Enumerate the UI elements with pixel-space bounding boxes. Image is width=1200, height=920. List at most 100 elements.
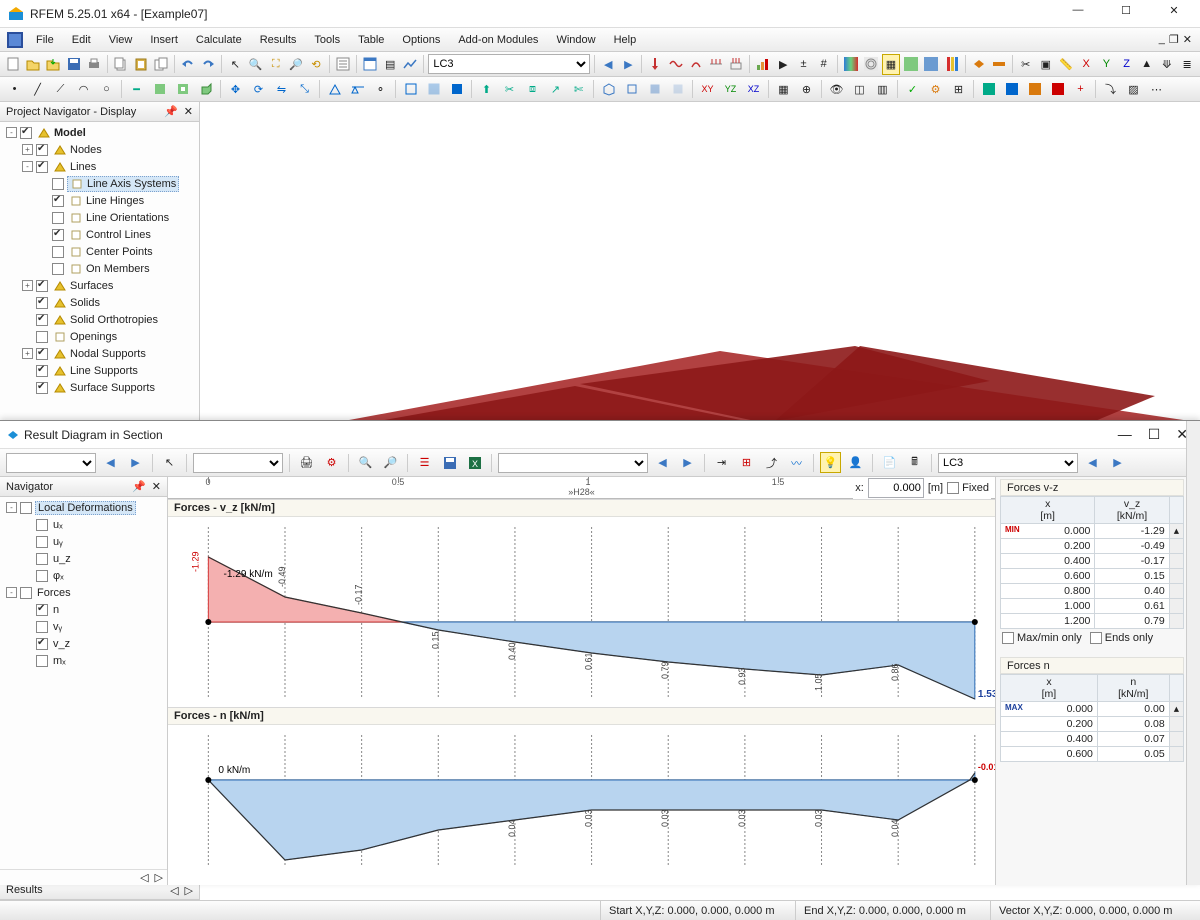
tree-item[interactable]: +Nodal Supports bbox=[2, 345, 197, 362]
result-scale-icon[interactable]: ± bbox=[794, 54, 812, 75]
dlg-pin-icon[interactable]: 📌 bbox=[132, 480, 146, 493]
solid-icon[interactable] bbox=[195, 79, 216, 100]
dotted-icon[interactable]: ⋯ bbox=[1146, 79, 1167, 100]
tree-item[interactable]: Openings bbox=[2, 328, 197, 345]
dlg-tree-item[interactable]: -Forces bbox=[2, 584, 165, 601]
color-box-r-icon[interactable] bbox=[1047, 79, 1068, 100]
menu-insert[interactable]: Insert bbox=[142, 32, 186, 48]
color-box-o-icon[interactable] bbox=[1024, 79, 1045, 100]
color-scale-icon[interactable] bbox=[942, 54, 960, 75]
add-red-icon[interactable]: + bbox=[1070, 79, 1091, 100]
section-selector-1[interactable] bbox=[6, 453, 96, 473]
line-icon[interactable]: ╱ bbox=[27, 79, 48, 100]
spring-icon[interactable]: ⟱ bbox=[1158, 54, 1176, 75]
point-load-icon[interactable] bbox=[646, 54, 664, 75]
tree-item[interactable]: Surface Supports bbox=[2, 379, 197, 396]
print-icon[interactable] bbox=[85, 54, 103, 75]
folder-in-icon[interactable] bbox=[44, 54, 62, 75]
move-icon[interactable]: ✥ bbox=[225, 79, 246, 100]
tool-b-icon[interactable]: ⊞ bbox=[736, 452, 757, 473]
hinge-icon[interactable]: ⚬ bbox=[370, 79, 391, 100]
display-options-icon[interactable]: ▤ bbox=[381, 54, 399, 75]
filter-members-icon[interactable] bbox=[990, 54, 1008, 75]
print-diagram-icon[interactable]: 🖨 bbox=[296, 452, 317, 473]
dlg-nav-tree[interactable]: -Local Deformationsuₓuᵧu_zφₓ-Forcesnvᵧv_… bbox=[0, 497, 167, 869]
scrollbar[interactable] bbox=[1186, 477, 1200, 885]
menu-edit[interactable]: Edit bbox=[64, 32, 99, 48]
dlg-minimize-button[interactable]: — bbox=[1118, 426, 1132, 443]
shaded-icon[interactable] bbox=[423, 79, 444, 100]
cube-top-icon[interactable] bbox=[621, 79, 642, 100]
rotate-icon[interactable]: ⟳ bbox=[248, 79, 269, 100]
mdi-minimize-icon[interactable]: _ bbox=[1159, 33, 1165, 46]
mesh-refine-icon[interactable]: ⊞ bbox=[948, 79, 969, 100]
zoom-out-icon[interactable]: 🔎 bbox=[380, 452, 401, 473]
loadcase-select-dlg[interactable]: LC3 bbox=[938, 453, 1078, 473]
prev-lc-icon[interactable]: ◀ bbox=[599, 54, 617, 75]
zoom-in-icon[interactable]: 🔍 bbox=[355, 452, 376, 473]
opening-icon[interactable] bbox=[172, 79, 193, 100]
surf-result-icon[interactable]: ▨ bbox=[1123, 79, 1144, 100]
fixed-checkbox[interactable]: Fixed bbox=[947, 482, 989, 494]
measure-icon[interactable]: 📏 bbox=[1057, 54, 1075, 75]
green-check-icon[interactable]: ✓ bbox=[902, 79, 923, 100]
excel-icon[interactable]: X bbox=[464, 452, 485, 473]
dtab-prev-icon[interactable]: ◁ bbox=[140, 871, 148, 884]
member-icon[interactable]: ━ bbox=[126, 79, 147, 100]
tool-a-icon[interactable]: ⇥ bbox=[711, 452, 732, 473]
redo-icon[interactable] bbox=[199, 54, 217, 75]
tree-item[interactable]: +Surfaces bbox=[2, 277, 197, 294]
xz-plane-icon[interactable]: XZ bbox=[743, 79, 764, 100]
menu-results[interactable]: Results bbox=[252, 32, 305, 48]
copy-icon[interactable] bbox=[112, 54, 130, 75]
light-icon[interactable]: 💡 bbox=[820, 452, 841, 473]
duplicate-icon[interactable] bbox=[152, 54, 170, 75]
next-misc-icon[interactable]: ▶ bbox=[677, 452, 698, 473]
section-selector-2[interactable] bbox=[193, 453, 283, 473]
misc-selector[interactable] bbox=[498, 453, 648, 473]
filter-sections-icon[interactable] bbox=[969, 54, 987, 75]
solid-blue-icon[interactable] bbox=[922, 54, 940, 75]
dlg-tree-item[interactable]: n bbox=[2, 601, 165, 618]
tree-item[interactable]: Line Supports bbox=[2, 362, 197, 379]
save-icon[interactable] bbox=[65, 54, 83, 75]
isoline-icon[interactable] bbox=[862, 54, 880, 75]
filter-icon[interactable]: ☰ bbox=[414, 452, 435, 473]
save-diagram-icon[interactable] bbox=[439, 452, 460, 473]
section-view-icon[interactable]: ▣ bbox=[1037, 54, 1055, 75]
scale-icon[interactable]: ⤡ bbox=[294, 79, 315, 100]
viewport-layout-icon[interactable]: ◫ bbox=[849, 79, 870, 100]
tree-item[interactable]: Solids bbox=[2, 294, 197, 311]
menu-calculate[interactable]: Calculate bbox=[188, 32, 250, 48]
dlg-tree-item[interactable]: -Local Deformations bbox=[2, 499, 165, 516]
calc-icon[interactable]: 🖩 bbox=[904, 452, 925, 473]
close-panel-icon[interactable]: ✕ bbox=[184, 105, 193, 118]
trim-icon[interactable]: ✄ bbox=[568, 79, 589, 100]
menu-help[interactable]: Help bbox=[606, 32, 645, 48]
ends-checkbox[interactable]: Ends only bbox=[1090, 632, 1153, 644]
maximize-button[interactable]: ☐ bbox=[1108, 4, 1144, 24]
result-values-icon[interactable]: # bbox=[815, 54, 833, 75]
menu-options[interactable]: Options bbox=[394, 32, 448, 48]
grid-icon[interactable]: ▦ bbox=[773, 79, 794, 100]
menu-table[interactable]: Table bbox=[350, 32, 392, 48]
menu-file[interactable]: File bbox=[28, 32, 62, 48]
tree-item[interactable]: Line Axis Systems bbox=[2, 175, 197, 192]
dlg-close-panel-icon[interactable]: ✕ bbox=[152, 480, 161, 493]
visibility-icon[interactable]: 👁 bbox=[826, 79, 847, 100]
new-icon[interactable] bbox=[4, 54, 22, 75]
tree-item[interactable]: Line Orientations bbox=[2, 209, 197, 226]
next-lc-icon[interactable]: ▶ bbox=[619, 54, 637, 75]
tree-item[interactable]: +Nodes bbox=[2, 141, 197, 158]
viewport-layout2-icon[interactable]: ▥ bbox=[872, 79, 893, 100]
dlg-tree-item[interactable]: uₓ bbox=[2, 516, 165, 533]
mirror-icon[interactable]: ⇋ bbox=[271, 79, 292, 100]
tool-d-icon[interactable]: 〰 bbox=[786, 452, 807, 473]
dlg-tree-item[interactable]: uᵧ bbox=[2, 533, 165, 550]
open-icon[interactable] bbox=[24, 54, 42, 75]
select-arrow-icon[interactable]: ↖ bbox=[226, 54, 244, 75]
support-icon[interactable]: ▲ bbox=[1138, 54, 1156, 75]
circle-icon[interactable]: ○ bbox=[96, 79, 117, 100]
config-icon[interactable]: ⚙ bbox=[321, 452, 342, 473]
tree-item[interactable]: On Members bbox=[2, 260, 197, 277]
